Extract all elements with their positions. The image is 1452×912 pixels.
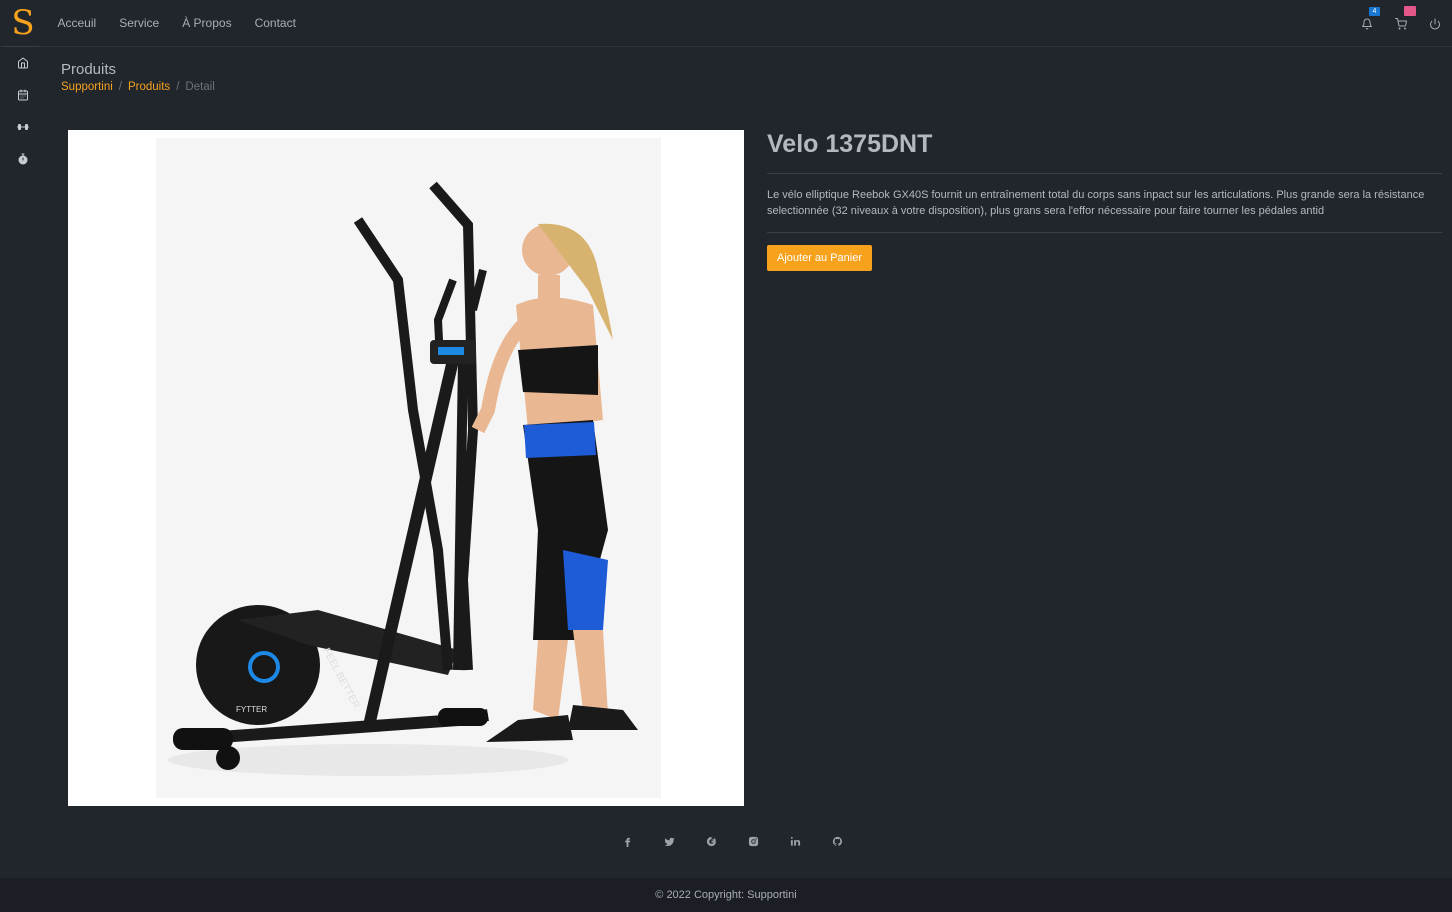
cart-button[interactable]	[1384, 0, 1418, 47]
product-description: Le vélo elliptique Reebok GX40S fournit …	[767, 189, 1425, 217]
instagram-icon	[748, 836, 758, 846]
dumbbell-icon	[17, 124, 29, 130]
facebook-icon	[624, 837, 630, 847]
home-icon	[18, 57, 28, 69]
breadcrumb-supportini[interactable]: Supportini	[61, 81, 113, 93]
github-icon	[832, 836, 842, 846]
elliptical-trainer-photo: FEEL BETTER FYTTER	[156, 138, 661, 798]
google-link[interactable]	[690, 830, 732, 852]
linkedin-link[interactable]	[774, 830, 816, 852]
frame-text-fytter: FYTTER	[236, 705, 267, 714]
copyright-text: © 2022 Copyright: Supportini	[655, 889, 797, 901]
sidebar-item-workout[interactable]	[0, 111, 46, 143]
top-right-actions: 4	[1350, 0, 1452, 47]
breadcrumb: Supportini / Produits / Detail	[61, 81, 215, 93]
twitter-icon	[663, 837, 675, 846]
breadcrumb-separator: /	[176, 81, 180, 93]
sidebar-item-timer[interactable]	[0, 143, 46, 175]
cart-badge	[1404, 6, 1416, 16]
main-nav: Acceuil Service À Propos Contact	[46, 16, 307, 30]
instagram-link[interactable]	[732, 830, 774, 852]
nav-item-acceuil[interactable]: Acceuil	[46, 16, 108, 30]
top-navbar: S Acceuil Service À Propos Contact 4	[0, 0, 1452, 47]
power-icon	[1430, 18, 1440, 29]
google-icon	[706, 836, 716, 846]
sidebar	[0, 47, 46, 175]
add-to-cart-button[interactable]: Ajouter au Panier	[767, 245, 872, 271]
nav-item-a-propos[interactable]: À Propos	[171, 16, 243, 30]
product-detail: Velo 1375DNT Le vélo elliptique Reebok G…	[767, 130, 1442, 271]
stopwatch-icon	[18, 153, 28, 165]
footer: © 2022 Copyright: Supportini	[0, 878, 1452, 912]
notification-badge: 4	[1369, 7, 1380, 16]
nav-item-service[interactable]: Service	[108, 16, 171, 30]
bell-icon	[1362, 18, 1372, 29]
logout-button[interactable]	[1418, 0, 1452, 47]
linkedin-icon	[790, 836, 800, 846]
breadcrumb-produits[interactable]: Produits	[128, 81, 170, 93]
twitter-link[interactable]	[648, 830, 690, 852]
sidebar-item-calendar[interactable]	[0, 79, 46, 111]
social-links	[606, 830, 858, 852]
breadcrumb-detail: Detail	[185, 81, 215, 93]
product-image: FEEL BETTER FYTTER	[68, 130, 744, 806]
cart-icon	[1395, 17, 1407, 29]
page-title: Produits	[61, 61, 117, 78]
notifications-button[interactable]: 4	[1350, 0, 1384, 47]
nav-item-contact[interactable]: Contact	[243, 16, 307, 30]
github-link[interactable]	[816, 830, 858, 852]
calendar-icon	[18, 89, 28, 101]
breadcrumb-separator: /	[118, 81, 122, 93]
brand-logo[interactable]: S	[0, 0, 46, 47]
divider	[767, 232, 1442, 233]
facebook-link[interactable]	[606, 830, 648, 852]
product-name: Velo 1375DNT	[767, 130, 933, 158]
sidebar-item-home[interactable]	[0, 47, 46, 79]
